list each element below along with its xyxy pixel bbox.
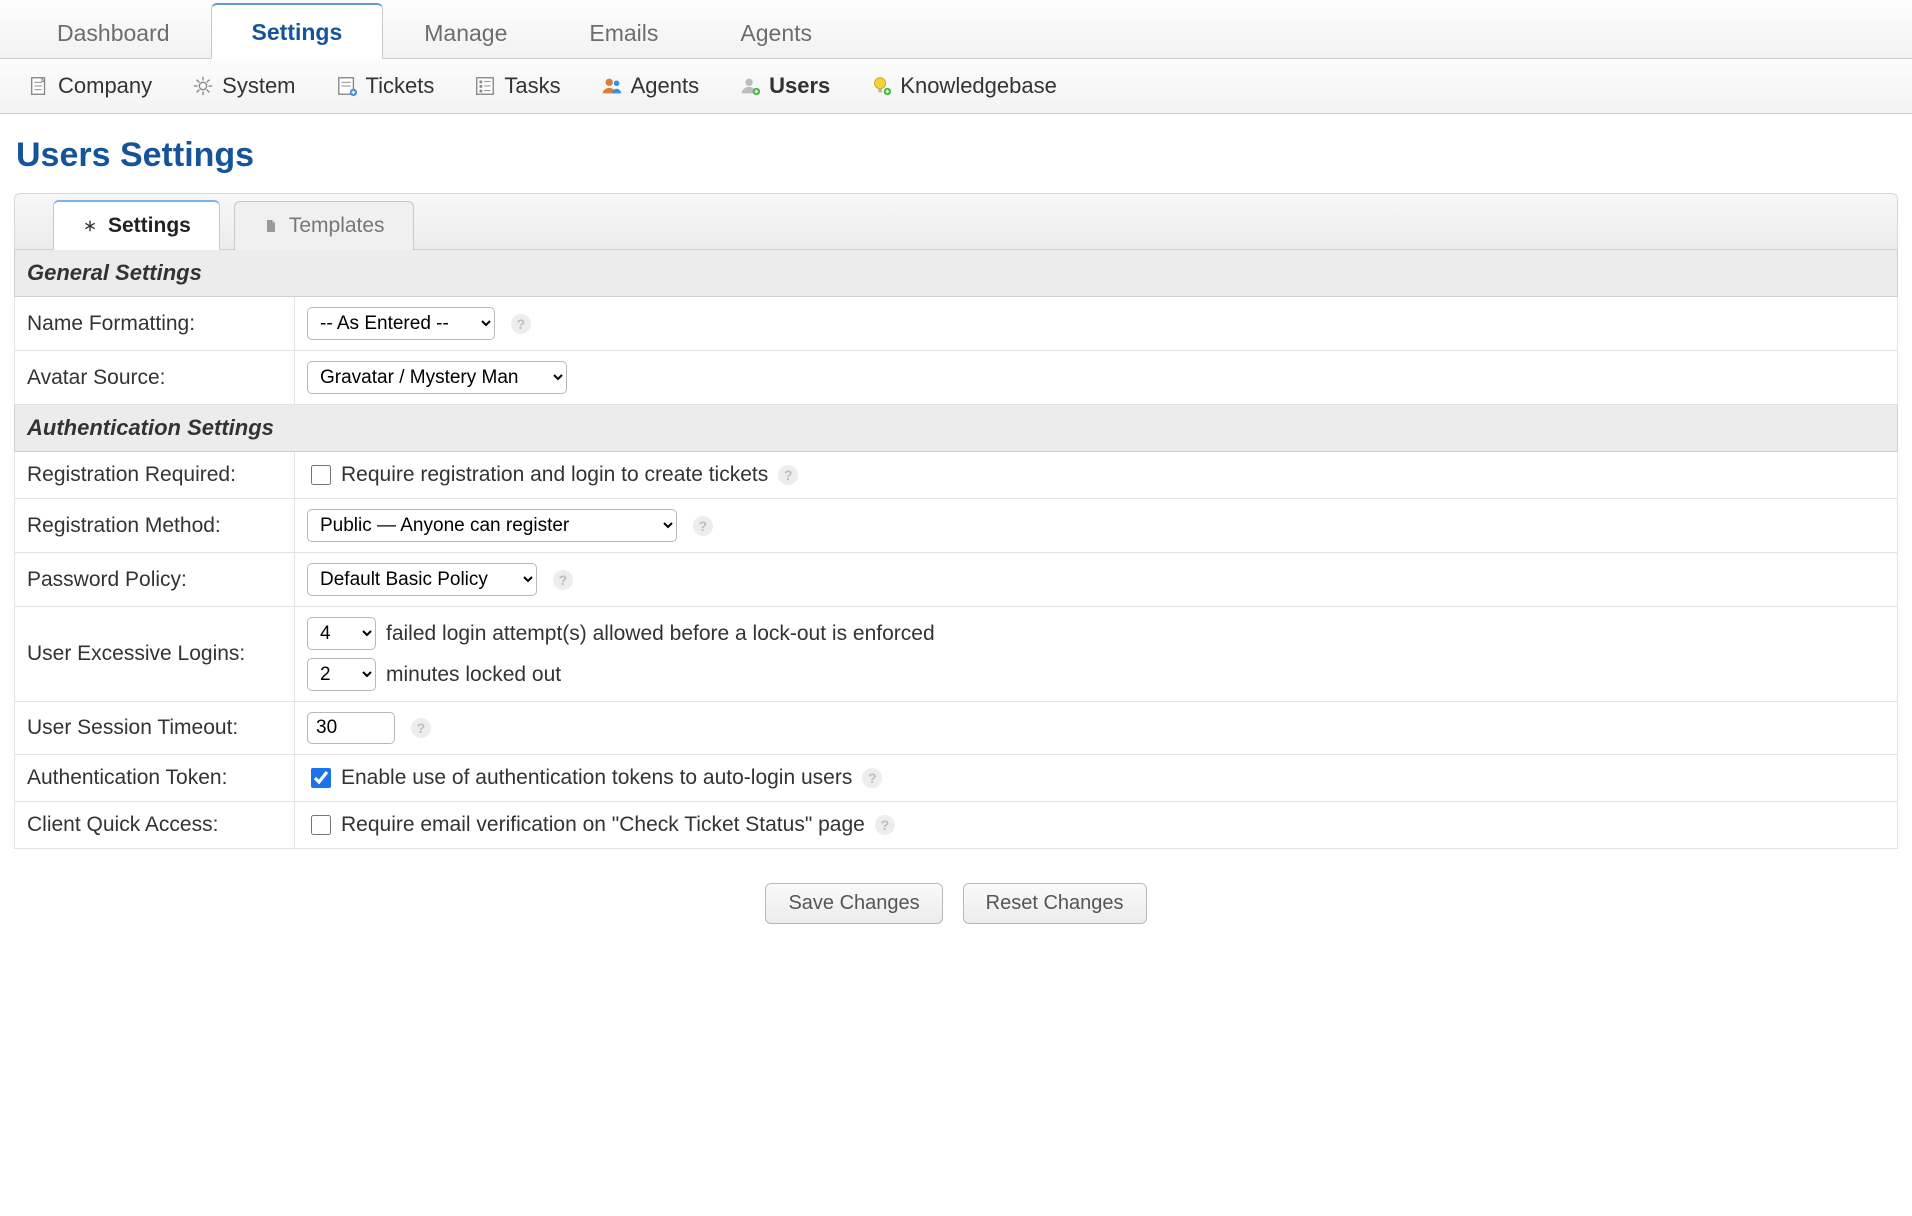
save-button[interactable]: Save Changes <box>765 883 942 924</box>
registration-required-text: Require registration and login to create… <box>341 463 768 487</box>
asterisk-icon <box>82 218 98 234</box>
quick-access-text: Require email verification on "Check Tic… <box>341 813 865 837</box>
registration-required-label: Registration Required: <box>15 452 295 499</box>
subnav-label: Agents <box>631 73 700 99</box>
registration-method-select[interactable]: Public — Anyone can register <box>307 509 677 542</box>
subnav-company[interactable]: Company <box>22 69 158 103</box>
help-icon[interactable]: ? <box>553 570 573 590</box>
subnav-system[interactable]: System <box>186 69 301 103</box>
section-general-header: General Settings <box>15 250 1898 297</box>
inner-tab-label: Templates <box>289 214 385 238</box>
login-attempts-select[interactable]: 4 <box>307 617 376 650</box>
name-formatting-label: Name Formatting: <box>15 297 295 351</box>
subnav-label: System <box>222 73 295 99</box>
gear-icon <box>192 75 214 97</box>
user-icon <box>739 75 761 97</box>
password-policy-label: Password Policy: <box>15 553 295 607</box>
session-timeout-label: User Session Timeout: <box>15 702 295 755</box>
quick-access-checkbox[interactable] <box>311 815 331 835</box>
registration-method-label: Registration Method: <box>15 499 295 553</box>
subnav-label: Tasks <box>504 73 560 99</box>
tab-emails[interactable]: Emails <box>548 5 699 59</box>
subnav-tickets[interactable]: Tickets <box>330 69 441 103</box>
subnav-label: Users <box>769 73 830 99</box>
file-icon <box>263 218 279 234</box>
session-timeout-input[interactable] <box>307 712 395 744</box>
subnav-label: Company <box>58 73 152 99</box>
subnav-tasks[interactable]: Tasks <box>468 69 566 103</box>
ticket-icon <box>336 75 358 97</box>
reset-button[interactable]: Reset Changes <box>963 883 1147 924</box>
inner-tab-label: Settings <box>108 214 191 238</box>
quick-access-label: Client Quick Access: <box>15 802 295 849</box>
help-icon[interactable]: ? <box>693 516 713 536</box>
help-icon[interactable]: ? <box>875 815 895 835</box>
sub-nav: Company System Tickets Tasks Agents User… <box>0 59 1912 114</box>
tab-manage[interactable]: Manage <box>383 5 548 59</box>
avatar-source-select[interactable]: Gravatar / Mystery Man <box>307 361 567 394</box>
excessive-logins-label: User Excessive Logins: <box>15 607 295 702</box>
lockout-minutes-select[interactable]: 2 <box>307 658 376 691</box>
tab-dashboard[interactable]: Dashboard <box>16 5 211 59</box>
inner-tabs: Settings Templates <box>14 193 1898 249</box>
tab-settings[interactable]: Settings <box>211 3 384 59</box>
subnav-knowledgebase[interactable]: Knowledgebase <box>864 69 1063 103</box>
help-icon[interactable]: ? <box>411 718 431 738</box>
top-nav: Dashboard Settings Manage Emails Agents <box>0 0 1912 59</box>
auth-token-text: Enable use of authentication tokens to a… <box>341 766 852 790</box>
agents-icon <box>601 75 623 97</box>
help-icon[interactable]: ? <box>511 314 531 334</box>
help-icon[interactable]: ? <box>862 768 882 788</box>
registration-required-checkbox[interactable] <box>311 465 331 485</box>
login-attempts-text: failed login attempt(s) allowed before a… <box>386 622 935 646</box>
lightbulb-icon <box>870 75 892 97</box>
inner-tab-settings[interactable]: Settings <box>53 200 220 250</box>
subnav-label: Tickets <box>366 73 435 99</box>
settings-form: General Settings Name Formatting: -- As … <box>14 249 1898 849</box>
help-icon[interactable]: ? <box>778 465 798 485</box>
name-formatting-select[interactable]: -- As Entered -- <box>307 307 495 340</box>
password-policy-select[interactable]: Default Basic Policy <box>307 563 537 596</box>
footer-actions: Save Changes Reset Changes <box>14 883 1898 924</box>
avatar-source-label: Avatar Source: <box>15 351 295 405</box>
subnav-users[interactable]: Users <box>733 69 836 103</box>
auth-token-label: Authentication Token: <box>15 755 295 802</box>
page-title: Users Settings <box>16 136 1912 175</box>
document-icon <box>28 75 50 97</box>
subnav-label: Knowledgebase <box>900 73 1057 99</box>
lockout-minutes-text: minutes locked out <box>386 663 561 687</box>
auth-token-checkbox[interactable] <box>311 768 331 788</box>
subnav-agents[interactable]: Agents <box>595 69 706 103</box>
section-auth-header: Authentication Settings <box>15 405 1898 452</box>
tasks-icon <box>474 75 496 97</box>
inner-tab-templates[interactable]: Templates <box>234 201 414 250</box>
tab-agents[interactable]: Agents <box>699 5 853 59</box>
